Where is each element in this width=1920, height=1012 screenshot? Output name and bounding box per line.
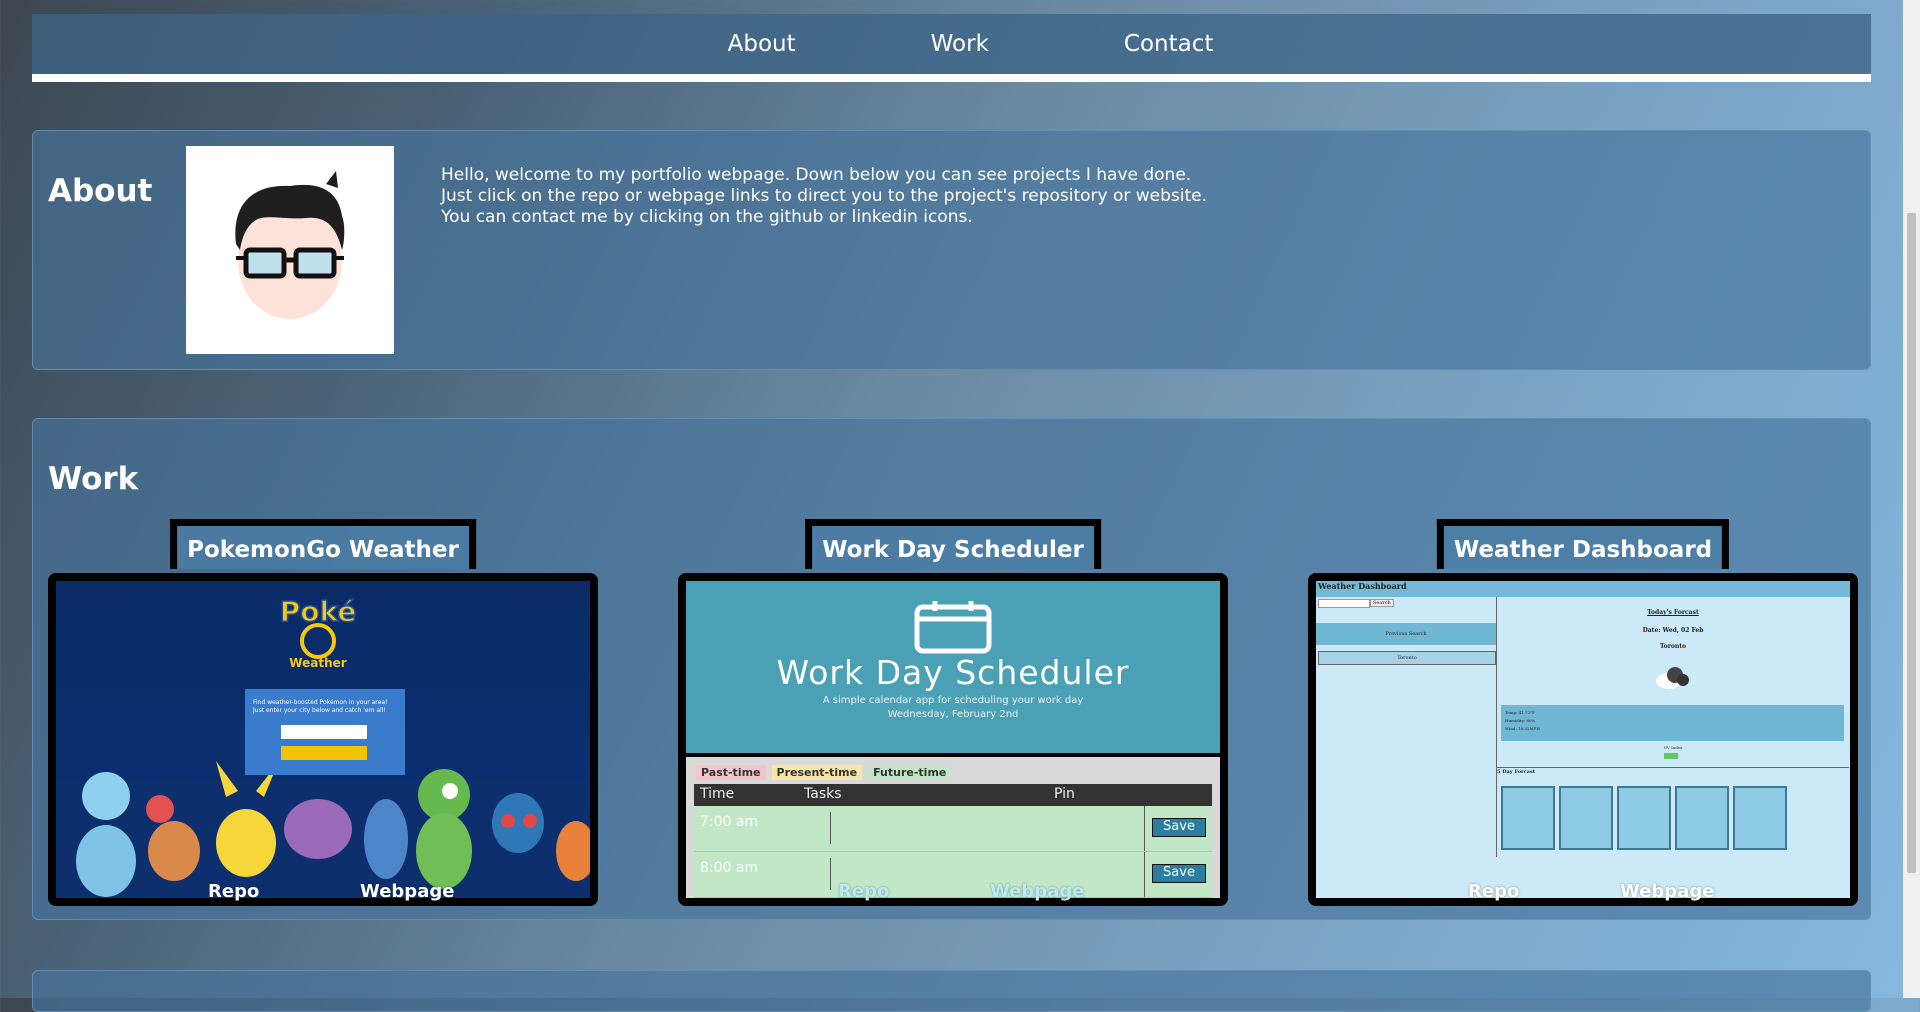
col-tasks: Tasks <box>804 786 842 802</box>
repo-link[interactable]: Repo <box>838 881 889 902</box>
recent-search: Toronto <box>1318 651 1496 665</box>
today-date: Date: Wed, 02 Feb <box>1642 627 1704 634</box>
project-title: Work Day Scheduler <box>822 537 1084 563</box>
previous-search: Previous Search <box>1316 623 1496 645</box>
about-bio: Hello, welcome to my portfolio webpage. … <box>441 165 1207 228</box>
forecast-card <box>1733 786 1787 850</box>
webpage-link[interactable]: Webpage <box>990 881 1084 902</box>
row-divider <box>830 812 831 844</box>
forecast-card <box>1559 786 1613 850</box>
stat-wind: Wind: 18.02MPH <box>1505 726 1540 731</box>
scheduler-table-header: Time Tasks Pin <box>694 784 1212 806</box>
forecast-card <box>1617 786 1671 850</box>
project-title-tab: Weather Dashboard <box>1436 519 1730 569</box>
row-time: 8:00 am <box>700 860 759 876</box>
project-screenshot[interactable]: Weather Dashboard Search Previous Search… <box>1308 573 1858 906</box>
nav-link-work[interactable]: Work <box>893 31 989 57</box>
today-title: Today's Forcast <box>1647 609 1699 616</box>
today-stats: Temp: 41.72°F Humidity: 60% Wind: 18.02M… <box>1501 705 1844 741</box>
row-divider <box>1144 852 1145 897</box>
cloud-icon <box>1656 667 1689 689</box>
project-title: PokemonGo Weather <box>187 537 459 563</box>
project-card-pokemongo: PokemonGo Weather Poké Weather Find weat… <box>48 519 598 906</box>
scheduler-screenshot: Work Day Scheduler A simple calendar app… <box>686 581 1220 898</box>
city-input-preview <box>281 725 367 739</box>
nav-link-contact[interactable]: Contact <box>1086 31 1213 57</box>
scheduler-date: Wednesday, February 2nd <box>887 709 1019 720</box>
repo-link[interactable]: Repo <box>208 881 259 902</box>
col-pin: Pin <box>1054 786 1075 802</box>
project-title: Weather Dashboard <box>1453 537 1713 563</box>
work-section: Work PokemonGo Weather Poké Weather Find… <box>32 418 1871 920</box>
legend-present: Present-time <box>771 765 863 780</box>
uv-badge <box>1664 753 1678 759</box>
about-section: About Hello, welcome to my portfolio web… <box>32 130 1871 370</box>
uv-label: UV Index <box>1663 745 1683 750</box>
row-divider <box>830 858 831 890</box>
contact-section-partial <box>32 970 1871 1012</box>
weather-search-button: Search <box>1370 599 1394 607</box>
legend-future: Future-time <box>868 765 952 780</box>
legend-past: Past-time <box>696 765 766 780</box>
pokemon-screenshot: Poké Weather Find weather-boosted Pokémo… <box>56 581 590 898</box>
project-title-tab: PokemonGo Weather <box>170 519 476 569</box>
avatar <box>186 146 394 354</box>
avatar-illustration <box>235 171 345 319</box>
time-legend: Past-time Present-time Future-time <box>696 765 952 780</box>
save-button-preview: Save <box>1152 818 1206 837</box>
weather-sidebar: Search Previous Search Toronto <box>1316 597 1497 857</box>
save-button-preview: Save <box>1152 864 1206 883</box>
scheduler-heading: Work Day Scheduler <box>776 653 1130 692</box>
forecast-card <box>1675 786 1729 850</box>
today-city: Toronto <box>1659 643 1687 650</box>
scheduler-row: 7:00 am Save <box>694 806 1212 852</box>
today-forecast: Today's Forcast Date: Wed, 02 Feb Toront… <box>1497 597 1849 768</box>
repo-link[interactable]: Repo <box>1468 881 1519 902</box>
search-card: Find weather-boosted Pokémon in your are… <box>245 689 405 775</box>
bio-line: Just click on the repo or webpage links … <box>441 186 1208 206</box>
row-divider <box>1144 806 1145 851</box>
project-screenshot[interactable]: Work Day Scheduler A simple calendar app… <box>678 573 1228 906</box>
bio-line: Hello, welcome to my portfolio webpage. … <box>441 165 1192 185</box>
forecast-card <box>1501 786 1555 850</box>
calendar-icon <box>914 601 992 654</box>
vertical-scrollbar[interactable] <box>1903 0 1920 998</box>
svg-text:Weather: Weather <box>289 656 346 670</box>
search-button-preview <box>281 746 367 760</box>
five-day-title: 5 Day Forcast <box>1497 769 1536 775</box>
bio-line: You can contact me by clicking on the gi… <box>441 207 973 227</box>
scheduler-row: 8:00 am Save <box>694 852 1212 898</box>
about-title: About <box>48 173 153 209</box>
row-time: 7:00 am <box>700 814 759 830</box>
stat-humidity: Humidity: 60% <box>1505 718 1536 723</box>
webpage-link[interactable]: Webpage <box>360 881 454 902</box>
weather-search-input <box>1318 599 1370 608</box>
project-screenshot[interactable]: Poké Weather Find weather-boosted Pokémo… <box>48 573 598 906</box>
weather-screenshot: Weather Dashboard Search Previous Search… <box>1316 581 1850 898</box>
work-title: Work <box>48 461 139 497</box>
project-card-scheduler: Work Day Scheduler Work Day Scheduler A … <box>678 519 1228 906</box>
search-prompt: Find weather-boosted Pokémon in your are… <box>253 699 388 714</box>
scheduler-hero: Work Day Scheduler A simple calendar app… <box>686 581 1220 757</box>
project-card-weather: Weather Dashboard Weather Dashboard Sear… <box>1308 519 1858 906</box>
project-title-tab: Work Day Scheduler <box>805 519 1101 569</box>
scrollbar-thumb[interactable] <box>1907 213 1916 873</box>
nav-link-about[interactable]: About <box>690 31 796 57</box>
weather-header: Weather Dashboard <box>1316 581 1850 597</box>
webpage-link[interactable]: Webpage <box>1620 881 1714 902</box>
top-navbar: About Work Contact <box>32 14 1871 82</box>
scheduler-subtitle: A simple calendar app for scheduling you… <box>822 695 1084 706</box>
col-time: Time <box>700 786 735 802</box>
